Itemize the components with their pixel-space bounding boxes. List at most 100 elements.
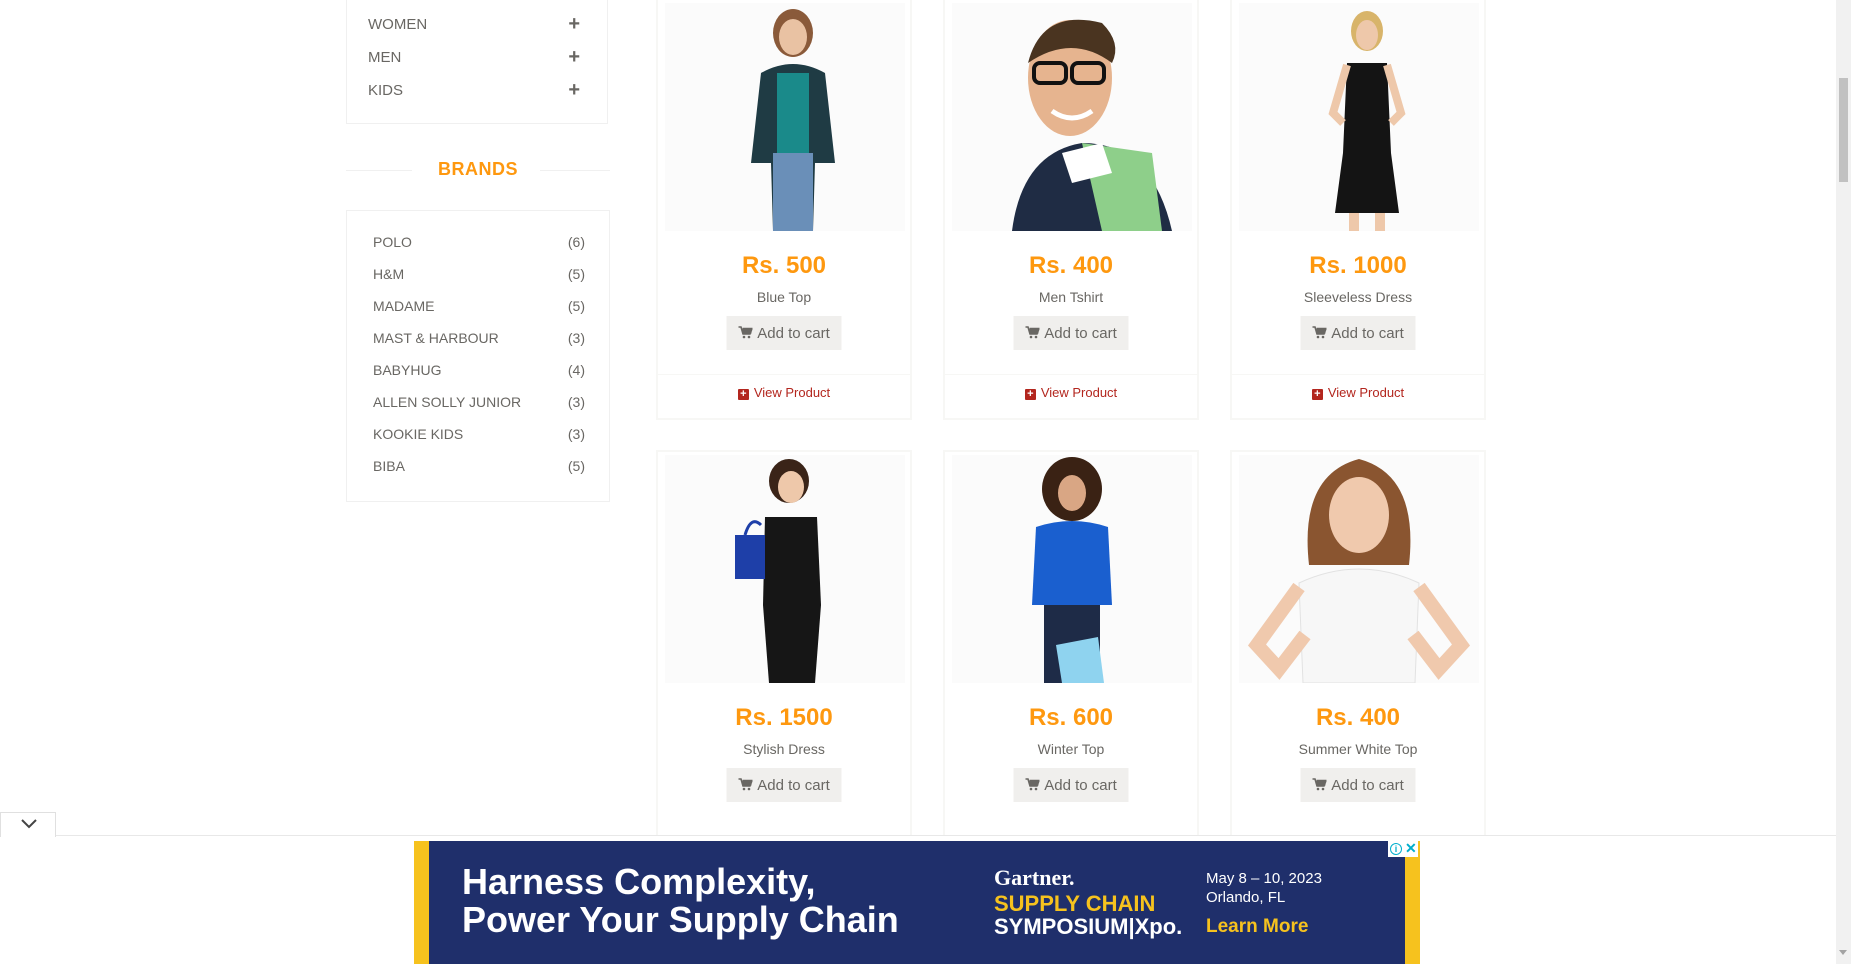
product-name: Stylish Dress <box>743 741 825 757</box>
brand-count: (4) <box>567 362 585 378</box>
ad-event-line-1: SUPPLY CHAIN <box>994 891 1156 916</box>
product-image[interactable] <box>1239 455 1479 683</box>
product-photo-blue-top <box>751 9 835 231</box>
add-to-cart-button[interactable]: Add to cart <box>726 768 842 802</box>
product-price: Rs. 400 <box>1315 704 1401 731</box>
add-to-cart-label: Add to cart <box>1331 325 1404 342</box>
brand-item-hm[interactable]: H&M (5) <box>373 266 585 288</box>
product-price: Rs. 1500 <box>735 704 833 731</box>
brand-item-allen-solly-junior[interactable]: ALLEN SOLLY JUNIOR (3) <box>373 394 585 416</box>
ad-cta[interactable]: Learn More <box>1206 916 1308 938</box>
product-image[interactable] <box>665 455 905 683</box>
ad-collapse-toggle[interactable] <box>0 812 56 837</box>
product-image[interactable] <box>952 3 1192 231</box>
brand-item-biba[interactable]: BIBA (5) <box>373 458 585 480</box>
brand-name: POLO <box>373 234 412 250</box>
product-image[interactable] <box>665 3 905 231</box>
ad-location: Orlando, FL <box>1206 889 1286 906</box>
plus-square-icon: + <box>1024 389 1036 400</box>
product-card: Rs. 500 Blue Top Add to cart + View Produ… <box>656 0 912 420</box>
plus-icon[interactable]: + <box>568 79 580 102</box>
plus-icon[interactable]: + <box>568 46 580 69</box>
product-price: Rs. 400 <box>1028 252 1114 279</box>
plus-square-icon: + <box>737 389 749 400</box>
brand-name: MAST & HARBOUR <box>373 330 499 346</box>
add-to-cart-label: Add to cart <box>757 325 830 342</box>
scrollbar-thumb[interactable] <box>1839 78 1848 182</box>
cart-icon <box>1025 770 1040 804</box>
scroll-down-arrow-icon[interactable] <box>1839 950 1847 955</box>
product-name: Sleeveless Dress <box>1303 289 1413 305</box>
view-product-label: View Product <box>1327 385 1405 400</box>
brand-item-polo[interactable]: POLO (6) <box>373 234 585 256</box>
add-to-cart-button[interactable]: Add to cart <box>1013 316 1129 352</box>
cart-icon <box>1025 318 1040 352</box>
category-kids[interactable]: KIDS + <box>368 79 590 106</box>
product-price: Rs. 1000 <box>1309 252 1407 279</box>
product-photo-stylish-dress <box>735 459 821 683</box>
brands-panel: POLO (6) H&M (5) MADAME (5) MAST & HARBO… <box>346 210 610 502</box>
product-card: Rs. 1000 Sleeveless Dress Add to cart + V… <box>1230 0 1486 420</box>
add-to-cart-button[interactable]: Add to cart <box>1013 768 1129 804</box>
add-to-cart-button[interactable]: Add to cart <box>726 316 842 352</box>
add-to-cart-label: Add to cart <box>1044 777 1117 794</box>
product-name: Blue Top <box>756 289 812 305</box>
ad-brand: Gartner. <box>994 865 1075 890</box>
brand-name: ALLEN SOLLY JUNIOR <box>373 394 522 410</box>
category-women[interactable]: WOMEN + <box>368 13 590 40</box>
brand-count: (6) <box>567 234 585 250</box>
choose-bar: + View Product <box>658 374 910 419</box>
category-label: MEN <box>368 49 402 66</box>
product-photo-summer-white-top <box>1247 459 1471 683</box>
ad-headline-line-2: Power Your Supply Chain <box>462 899 899 940</box>
brand-count: (5) <box>567 266 585 282</box>
brand-item-kookie-kids[interactable]: KOOKIE KIDS (3) <box>373 426 585 448</box>
ad-info-icon[interactable]: i <box>1390 843 1402 855</box>
ad-date: May 8 – 10, 2023 <box>1206 870 1322 887</box>
product-card: Rs. 400 Men Tshirt Add to cart + View Pro… <box>943 0 1199 420</box>
product-image[interactable] <box>1239 3 1479 231</box>
cart-icon <box>738 318 753 352</box>
category-men[interactable]: MEN + <box>368 46 590 73</box>
add-to-cart-button[interactable]: Add to cart <box>1300 768 1416 804</box>
add-to-cart-label: Add to cart <box>757 777 830 794</box>
product-name: Winter Top <box>1037 741 1105 757</box>
category-panel: WOMEN + MEN + KIDS + <box>346 0 608 124</box>
product-photo-winter-top <box>1032 457 1112 683</box>
vertical-scrollbar[interactable] <box>1836 0 1851 964</box>
brand-name: MADAME <box>373 298 435 314</box>
cart-icon <box>1312 318 1327 352</box>
brand-count: (5) <box>567 298 585 314</box>
view-product-link[interactable]: + View Product <box>737 385 830 400</box>
brand-item-babyhug[interactable]: BABYHUG (4) <box>373 362 585 384</box>
ad-banner[interactable]: Harness Complexity, Power Your Supply Ch… <box>414 841 1420 964</box>
category-label: WOMEN <box>368 16 428 33</box>
view-product-link[interactable]: + View Product <box>1024 385 1117 400</box>
close-icon[interactable]: ✕ <box>1405 840 1417 857</box>
brand-name: H&M <box>373 266 405 282</box>
product-card: Rs. 400 Summer White Top Add to cart <box>1230 450 1486 840</box>
product-image[interactable] <box>952 455 1192 683</box>
ad-headline-line-1: Harness Complexity, <box>462 861 816 902</box>
product-name: Men Tshirt <box>1038 289 1104 305</box>
add-to-cart-label: Add to cart <box>1044 325 1117 342</box>
product-photo-men-tshirt <box>1012 19 1172 231</box>
add-to-cart-button[interactable]: Add to cart <box>1300 316 1416 352</box>
brand-count: (5) <box>567 458 585 474</box>
product-name: Summer White Top <box>1298 741 1418 757</box>
choose-bar: + View Product <box>1232 374 1484 419</box>
brand-item-mast-harbour[interactable]: MAST & HARBOUR (3) <box>373 330 585 352</box>
brand-count: (3) <box>567 394 585 410</box>
brand-item-madame[interactable]: MADAME (5) <box>373 298 585 320</box>
view-product-link[interactable]: + View Product <box>1311 385 1405 400</box>
choose-bar: + View Product <box>945 374 1197 419</box>
brand-name: BIBA <box>373 458 405 474</box>
add-to-cart-label: Add to cart <box>1331 777 1404 794</box>
cart-icon <box>1312 770 1327 804</box>
ad-headline: Harness Complexity, Power Your Supply Ch… <box>462 863 899 939</box>
ad-event-line-2: SYMPOSIUM|Xpo. <box>994 914 1183 939</box>
brand-count: (3) <box>567 426 585 442</box>
plus-icon[interactable]: + <box>568 13 580 36</box>
product-price: Rs. 600 <box>1028 704 1114 731</box>
product-card: Rs. 1500 Stylish Dress Add to cart <box>656 450 912 840</box>
